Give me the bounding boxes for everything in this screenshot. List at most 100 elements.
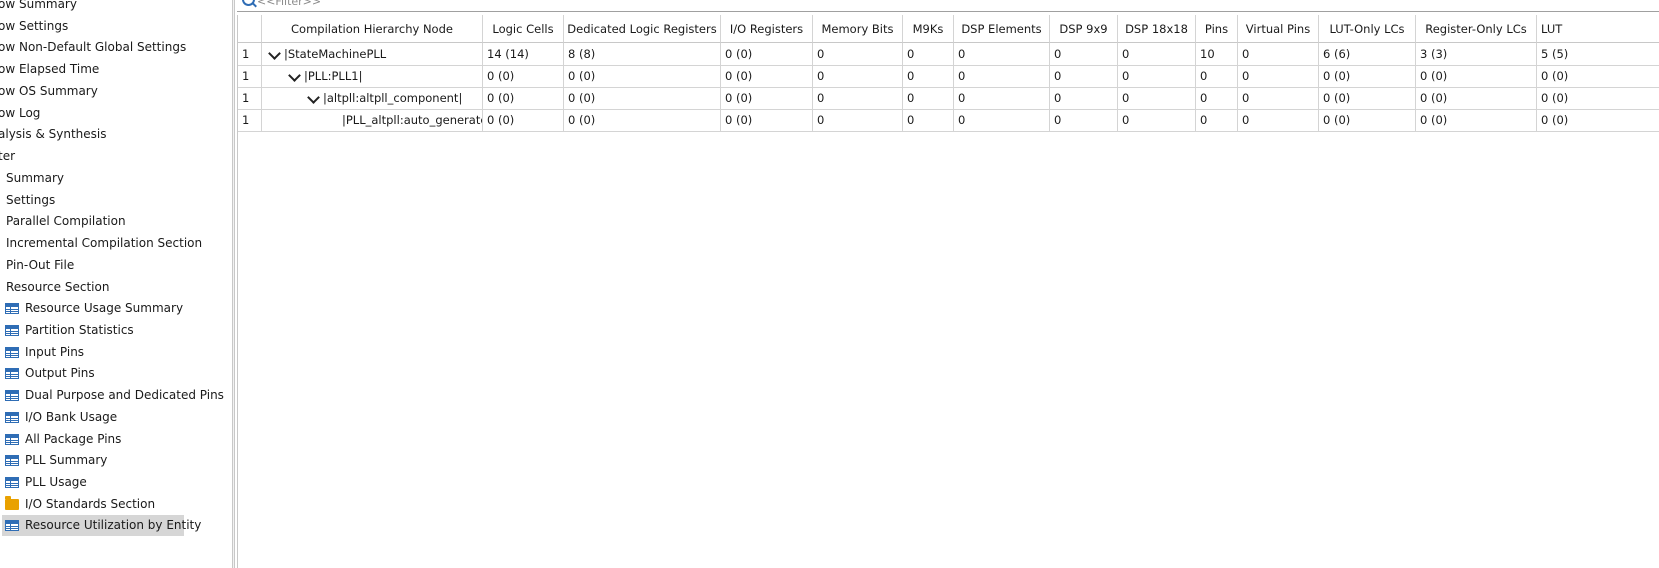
expand-chevron-icon[interactable]: [268, 47, 281, 60]
column-header[interactable]: DSP Elements: [954, 15, 1050, 43]
hierarchy-node-cell: |StateMachinePLL: [262, 43, 483, 65]
sidebar-item-label: Resource Usage Summary: [25, 301, 184, 315]
sidebar-item[interactable]: I/O Bank Usage: [0, 407, 232, 428]
column-header[interactable]: I/O Registers: [721, 15, 813, 43]
column-header[interactable]: DSP 18x18: [1118, 15, 1196, 43]
expand-chevron-icon[interactable]: [288, 69, 301, 82]
table-cell: 0 (0): [725, 69, 753, 83]
hierarchy-node-cell: |PLL:PLL1|: [262, 65, 483, 87]
table-cell: 6 (6): [1323, 47, 1351, 61]
sidebar-item[interactable]: Settings: [0, 190, 232, 211]
column-header[interactable]: Dedicated Logic Registers: [564, 15, 721, 43]
table-cell: 0: [1242, 47, 1250, 61]
row-number-cell: 1: [242, 69, 250, 83]
column-divider: [1415, 43, 1416, 131]
column-header[interactable]: LUT: [1537, 15, 1659, 43]
column-header[interactable]: M9Ks: [903, 15, 954, 43]
column-header[interactable]: Virtual Pins: [1238, 15, 1319, 43]
sidebar-item-label: Partition Statistics: [25, 323, 134, 337]
sidebar-item[interactable]: Summary: [0, 168, 232, 189]
sidebar-item[interactable]: Resource Usage Summary: [0, 298, 232, 319]
table-cell: 0 (0): [568, 91, 596, 105]
column-header[interactable]: Pins: [1196, 15, 1238, 43]
sidebar-item[interactable]: Parallel Compilation: [0, 211, 232, 232]
sidebar-item[interactable]: PLL Summary: [0, 450, 232, 471]
table-cell: 0: [1200, 113, 1208, 127]
column-divider: [1117, 43, 1118, 131]
sidebar-item[interactable]: PLL Usage: [0, 472, 232, 493]
table-cell: 0 (0): [487, 113, 515, 127]
pane-splitter[interactable]: [232, 0, 235, 568]
sidebar-item-label: PLL Summary: [25, 453, 108, 467]
sidebar-item-label: ow Log: [0, 106, 41, 120]
table-cell: 0: [817, 91, 825, 105]
column-divider: [902, 43, 903, 131]
table-icon: [5, 390, 19, 401]
sidebar-item[interactable]: ow Summary: [0, 0, 232, 15]
sidebar-item[interactable]: I/O Standards Section: [0, 494, 232, 515]
table-cell: 0 (0): [1420, 113, 1448, 127]
table-cell: 0: [1054, 69, 1062, 83]
table-cell: 0: [958, 91, 966, 105]
sidebar-item-label: Resource Section: [6, 280, 110, 294]
sidebar-item[interactable]: ter: [0, 146, 232, 167]
table-cell: 0: [817, 113, 825, 127]
table-cell: 0 (0): [725, 47, 753, 61]
sidebar-item[interactable]: Input Pins: [0, 342, 232, 363]
filter-divider: [237, 11, 1659, 12]
sidebar-item[interactable]: All Package Pins: [0, 429, 232, 450]
table-cell: 5 (5): [1541, 47, 1569, 61]
sidebar-item-label: alysis & Synthesis: [0, 127, 107, 141]
column-header[interactable]: Memory Bits: [813, 15, 903, 43]
table-cell: 0 (0): [1420, 69, 1448, 83]
sidebar-item[interactable]: ow Log: [0, 103, 232, 124]
table-cell: 3 (3): [1420, 47, 1448, 61]
sidebar-item[interactable]: ow OS Summary: [0, 81, 232, 102]
sidebar-item[interactable]: Dual Purpose and Dedicated Pins: [0, 385, 232, 406]
sidebar-item[interactable]: ow Settings: [0, 16, 232, 37]
sidebar-item[interactable]: alysis & Synthesis: [0, 124, 232, 145]
sidebar-item[interactable]: ow Elapsed Time: [0, 59, 232, 80]
resource-utilization-table: Compilation Hierarchy Node Logic Cells Ded…: [237, 15, 1659, 568]
sidebar-item-label: I/O Standards Section: [25, 497, 156, 511]
column-divider: [482, 43, 483, 131]
column-header[interactable]: LUT-Only LCs: [1319, 15, 1416, 43]
table-row[interactable]: 1 |StateMachinePLL 14 (14) 8 (8) 0 (0) 0 0 0 0 0 1…: [238, 43, 1659, 65]
sidebar-item-label: Dual Purpose and Dedicated Pins: [25, 388, 224, 402]
sidebar-item[interactable]: Resource Section: [0, 277, 232, 298]
table-row[interactable]: 1 |PLL_altpll:auto_generated| 0 (0) 0 (0) 0 …: [238, 109, 1659, 131]
table-icon: [5, 434, 19, 445]
sidebar-item-label: Resource Utilization by Entity: [25, 518, 202, 532]
sidebar-item[interactable]: ow Non-Default Global Settings: [0, 37, 232, 58]
column-header[interactable]: DSP 9x9: [1050, 15, 1118, 43]
column-header[interactable]: Register-Only LCs: [1416, 15, 1537, 43]
sidebar-item-label: Settings: [6, 193, 56, 207]
hierarchy-node-label: |PLL:PLL1|: [304, 69, 363, 83]
table-cell: 0 (0): [1420, 91, 1448, 105]
table-cell: 0 (0): [725, 113, 753, 127]
table-cell: 8 (8): [568, 47, 596, 61]
hierarchy-node-label: |PLL_altpll:auto_generated|: [342, 113, 483, 127]
sidebar-item[interactable]: Pin-Out File: [0, 255, 232, 276]
column-header[interactable]: Compilation Hierarchy Node: [262, 15, 483, 43]
expand-chevron-icon[interactable]: [307, 91, 320, 104]
table-cell: 0: [907, 113, 915, 127]
sidebar-item[interactable]: Incremental Compilation Section: [0, 233, 232, 254]
table-row[interactable]: 1 |altpll:altpll_component| 0 (0) 0 (0) 0 (0…: [238, 87, 1659, 109]
column-header[interactable]: [238, 15, 262, 43]
sidebar-item-label: ow OS Summary: [0, 84, 98, 98]
table-row[interactable]: 1 |PLL:PLL1| 0 (0) 0 (0) 0 (0) 0 0 0 0 0 0 0 0 (0) 0 …: [238, 65, 1659, 87]
sidebar-item[interactable]: Output Pins: [0, 363, 232, 384]
table-cell: 0: [958, 47, 966, 61]
row-number-cell: 1: [242, 47, 250, 61]
sidebar-item[interactable]: Resource Utilization by Entity: [0, 515, 232, 536]
sidebar-item-label: Parallel Compilation: [6, 214, 126, 228]
table-cell: 0: [907, 69, 915, 83]
table-cell: 10: [1200, 47, 1215, 61]
sidebar-item-label: ow Settings: [0, 19, 69, 33]
column-header[interactable]: Logic Cells: [483, 15, 564, 43]
sidebar-item-label: ow Non-Default Global Settings: [0, 40, 187, 54]
filter-input[interactable]: [257, 0, 557, 8]
sidebar-item[interactable]: Partition Statistics: [0, 320, 232, 341]
table-cell: 0: [958, 113, 966, 127]
